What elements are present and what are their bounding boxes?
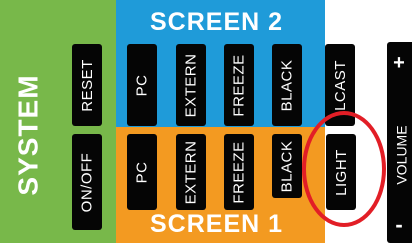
- onoff-button[interactable]: ON/OFF: [72, 134, 102, 230]
- screen1-extern-button[interactable]: EXTERN: [176, 134, 206, 210]
- onoff-button-label: ON/OFF: [78, 152, 96, 212]
- cast-button-label: LCAST: [331, 59, 349, 111]
- screen2-pc-button[interactable]: PC: [127, 44, 157, 126]
- screen2-pc-label: PC: [133, 74, 151, 96]
- screen1-extern-label: EXTERN: [182, 140, 200, 204]
- system-label-text: SYSTEM: [13, 74, 45, 196]
- screen1-black-button[interactable]: BLACK: [272, 134, 302, 198]
- screen2-extern-label: EXTERN: [182, 53, 200, 117]
- screen1-freeze-button[interactable]: FREEZE: [224, 134, 254, 210]
- screen2-section-label: SCREEN 2: [150, 8, 284, 36]
- screen1-pc-button[interactable]: PC: [127, 134, 157, 210]
- cast-button[interactable]: LCAST: [325, 44, 355, 126]
- volume-control[interactable]: + VOLUME -: [387, 42, 412, 243]
- screen1-section-label: SCREEN 1: [150, 210, 284, 238]
- volume-minus-button[interactable]: -: [387, 212, 411, 238]
- volume-label: VOLUME: [387, 120, 412, 190]
- screen2-black-button[interactable]: BLACK: [272, 44, 302, 126]
- reset-button-label: RESET: [78, 58, 96, 112]
- screen2-black-label: BLACK: [278, 59, 296, 111]
- screen2-extern-button[interactable]: EXTERN: [176, 44, 206, 126]
- screen2-freeze-button[interactable]: FREEZE: [224, 44, 254, 126]
- volume-label-text: VOLUME: [394, 125, 410, 185]
- screen2-freeze-label: FREEZE: [230, 53, 248, 117]
- screen1-black-label: BLACK: [278, 140, 296, 192]
- volume-plus-button[interactable]: +: [387, 52, 411, 75]
- system-section-label: SYSTEM: [13, 74, 44, 195]
- light-button[interactable]: LIGHT: [326, 134, 356, 210]
- screen1-freeze-label: FREEZE: [230, 140, 248, 204]
- reset-button[interactable]: RESET: [72, 44, 102, 126]
- light-button-label: LIGHT: [332, 148, 350, 196]
- screen1-pc-label: PC: [133, 161, 151, 183]
